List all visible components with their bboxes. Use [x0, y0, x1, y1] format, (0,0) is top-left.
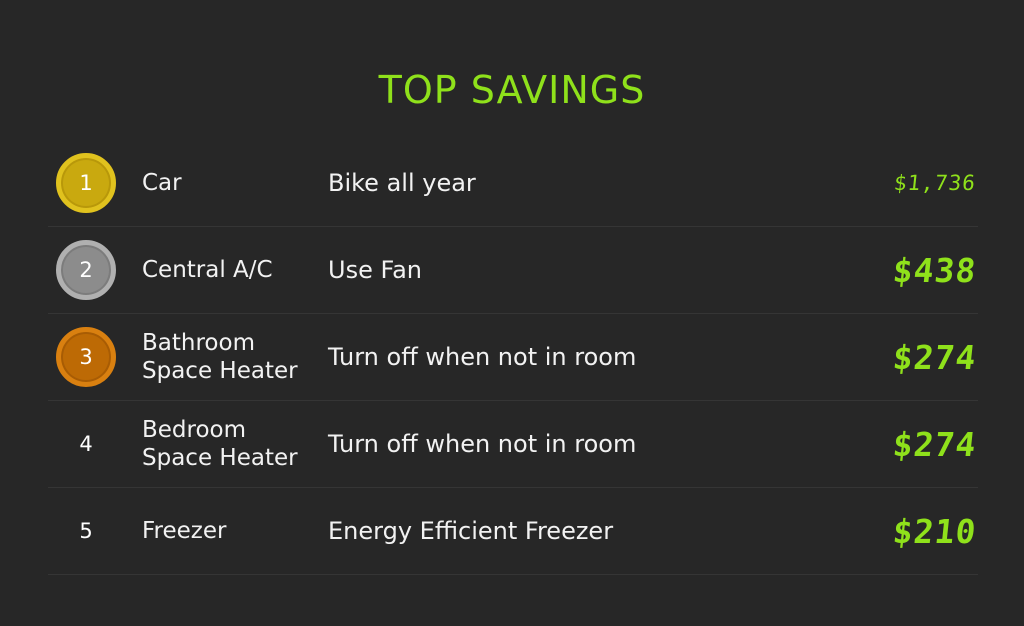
savings-amount: $1,736: [892, 171, 978, 195]
savings-list: 1 Car Bike all year $1,736 2 Central A/C…: [48, 140, 978, 575]
list-item[interactable]: 4 Bedroom Space Heater Turn off when not…: [48, 401, 978, 488]
item-name: Car: [142, 170, 182, 196]
page-title: TOP SAVINGS: [378, 68, 646, 112]
list-item[interactable]: 3 Bathroom Space Heater Turn off when no…: [48, 314, 978, 401]
gold-medal-icon: 1: [56, 153, 116, 213]
saving-action: Use Fan: [328, 256, 422, 284]
silver-medal-icon: 2: [56, 240, 116, 300]
item-name: Freezer: [142, 518, 227, 544]
savings-amount: $438: [890, 250, 979, 290]
list-item[interactable]: 5 Freezer Energy Efficient Freezer $210: [48, 488, 978, 575]
item-name: Central A/C: [142, 257, 273, 283]
saving-action: Turn off when not in room: [328, 343, 637, 371]
bronze-medal-icon: 3: [56, 327, 116, 387]
saving-action: Energy Efficient Freezer: [328, 517, 614, 545]
saving-action: Bike all year: [328, 169, 476, 197]
saving-action: Turn off when not in room: [328, 430, 637, 458]
item-name: Bedroom Space Heater: [142, 417, 298, 471]
list-item[interactable]: 1 Car Bike all year $1,736: [48, 140, 978, 227]
savings-amount: $274: [890, 337, 979, 377]
rank-number: 4: [79, 432, 93, 456]
savings-amount: $274: [890, 424, 979, 464]
item-name: Bathroom Space Heater: [142, 330, 298, 384]
list-item[interactable]: 2 Central A/C Use Fan $438: [48, 227, 978, 314]
rank-number: 5: [79, 519, 93, 543]
savings-amount: $210: [890, 511, 979, 551]
